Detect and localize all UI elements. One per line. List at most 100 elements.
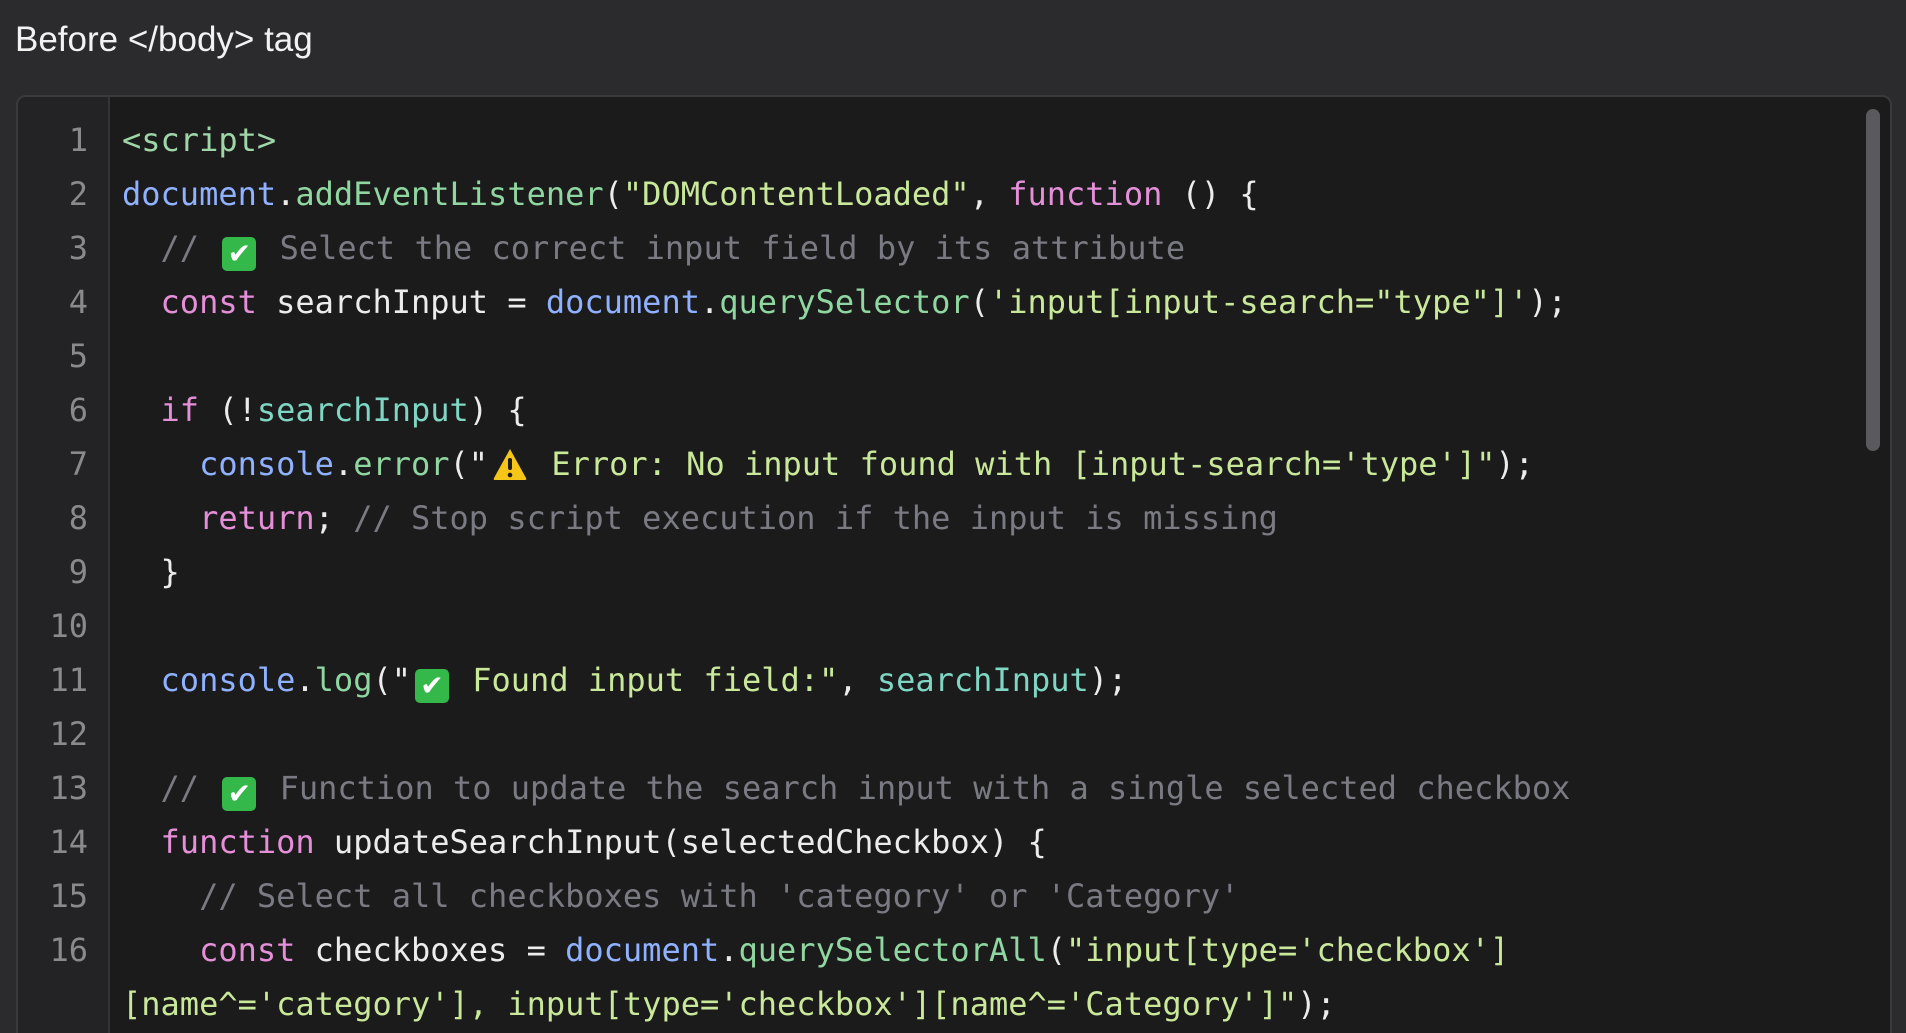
code-token: ;	[314, 499, 354, 537]
code-token: .	[699, 283, 720, 321]
code-token: Error: No input found with [input-search…	[532, 445, 1496, 483]
code-token: ,	[838, 661, 877, 699]
code-token: Select the correct input field by its at…	[260, 229, 1186, 267]
code-token: //	[122, 769, 219, 807]
line-number: 5	[68, 337, 88, 375]
line-number: 8	[68, 499, 88, 537]
line-number: 13	[49, 769, 88, 807]
warning-emoji-icon	[493, 449, 527, 480]
code-token: );	[1495, 445, 1534, 483]
code-token: .	[276, 175, 296, 213]
code-line: }	[122, 545, 180, 599]
code-token: error	[353, 445, 450, 483]
code-token: checkboxes =	[295, 931, 566, 969]
code-token: );	[1297, 985, 1336, 1023]
check-mark-emoji-icon: ✔	[222, 237, 257, 271]
code-line: function updateSearchInput(selectedCheck…	[122, 815, 1047, 869]
line-number: 12	[49, 715, 88, 753]
line-number: 4	[68, 283, 88, 321]
line-number: 6	[68, 391, 88, 429]
code-token: ) {	[468, 391, 527, 429]
code-token: <script>	[122, 121, 277, 159]
code-token: if	[160, 391, 200, 429]
code-token: document	[122, 175, 277, 213]
code-line: // ✔ Select the correct input field by i…	[122, 221, 1185, 275]
line-number: 10	[49, 607, 88, 645]
code-token: [name^='category'], input[type='checkbox…	[122, 985, 1298, 1023]
code-token: .	[295, 661, 315, 699]
code-token: // Stop script execution if the input is…	[353, 499, 1278, 537]
code-token: "DOMContentLoaded"	[622, 175, 970, 213]
code-token: addEventListener	[295, 175, 604, 213]
line-number: 15	[49, 877, 88, 915]
code-token: }	[122, 553, 180, 591]
code-token: "input[type='checkbox']	[1066, 931, 1510, 969]
check-mark-emoji-icon: ✔	[222, 777, 257, 811]
code-token: ("	[372, 661, 411, 699]
code-token: querySelector	[719, 283, 970, 321]
code-token: 'input[input-search="type"]'	[988, 283, 1529, 321]
code-token: () {	[1162, 175, 1259, 213]
line-number: 7	[68, 445, 88, 483]
code-token: (	[969, 283, 989, 321]
line-number: 2	[68, 175, 88, 213]
code-line: <script>	[122, 113, 276, 167]
code-token: .	[719, 931, 739, 969]
line-number: 16	[49, 931, 88, 969]
code-line: if (!searchInput) {	[122, 383, 527, 437]
code-token: searchInput =	[256, 283, 546, 321]
code-line: document.addEventListener("DOMContentLoa…	[122, 167, 1259, 221]
code-token: console	[199, 445, 334, 483]
code-line: const checkboxes = document.querySelecto…	[122, 923, 1509, 977]
code-token: searchInput	[256, 391, 469, 429]
code-token: log	[314, 661, 373, 699]
line-number: 11	[49, 661, 88, 699]
code-line: // Select all checkboxes with 'category'…	[122, 869, 1239, 923]
code-token: (	[1046, 931, 1067, 969]
code-token: querySelectorAll	[738, 931, 1047, 969]
code-token: Found input field:"	[452, 661, 839, 699]
code-token: const	[160, 283, 257, 321]
line-number: 1	[68, 121, 88, 159]
code-token: function	[160, 823, 315, 861]
code-line: // ✔ Function to update the search input…	[122, 761, 1570, 815]
code-token: (	[603, 175, 623, 213]
code-token: console	[160, 661, 296, 699]
line-number: 9	[68, 553, 88, 591]
code-token: .	[333, 445, 354, 483]
code-token: searchInput	[876, 661, 1089, 699]
check-mark-emoji-icon: ✔	[414, 669, 449, 703]
code-token: Function to update the search input with…	[260, 769, 1571, 807]
code-line: [name^='category'], input[type='checkbox…	[122, 977, 1336, 1031]
code-line: console.error(" Error: No input found wi…	[122, 437, 1534, 491]
code-line: console.log(" ✔ Found input field:", sear…	[122, 653, 1127, 707]
code-token: function	[1008, 175, 1163, 213]
code-token: updateSearchInput(selectedCheckbox) {	[314, 823, 1047, 861]
panel-title: Before </body> tag	[15, 20, 313, 59]
line-number-gutter: 1 2 3 4 5 6 7 8 9 10 11 12 13 14 15 16	[18, 97, 110, 1033]
code-token: ("	[449, 445, 489, 483]
code-line: return; // Stop script execution if the …	[122, 491, 1278, 545]
vertical-scrollbar[interactable]	[1866, 109, 1880, 451]
code-token: const	[199, 931, 296, 969]
code-token: document	[545, 283, 700, 321]
code-token: document	[565, 931, 720, 969]
code-line: const searchInput = document.querySelect…	[122, 275, 1567, 329]
code-token: (!	[199, 391, 257, 429]
code-token: // Select all checkboxes with 'category'…	[122, 877, 1240, 915]
code-token: );	[1088, 661, 1128, 699]
line-number: 3	[68, 229, 88, 267]
code-token: ,	[969, 175, 1009, 213]
code-token: return	[199, 499, 315, 537]
code-editor[interactable]: 1 2 3 4 5 6 7 8 9 10 11 12 13 14 15 16 <script> document…	[16, 95, 1892, 1033]
line-number: 14	[49, 823, 88, 861]
code-token: //	[122, 229, 219, 267]
code-token: );	[1528, 283, 1567, 321]
